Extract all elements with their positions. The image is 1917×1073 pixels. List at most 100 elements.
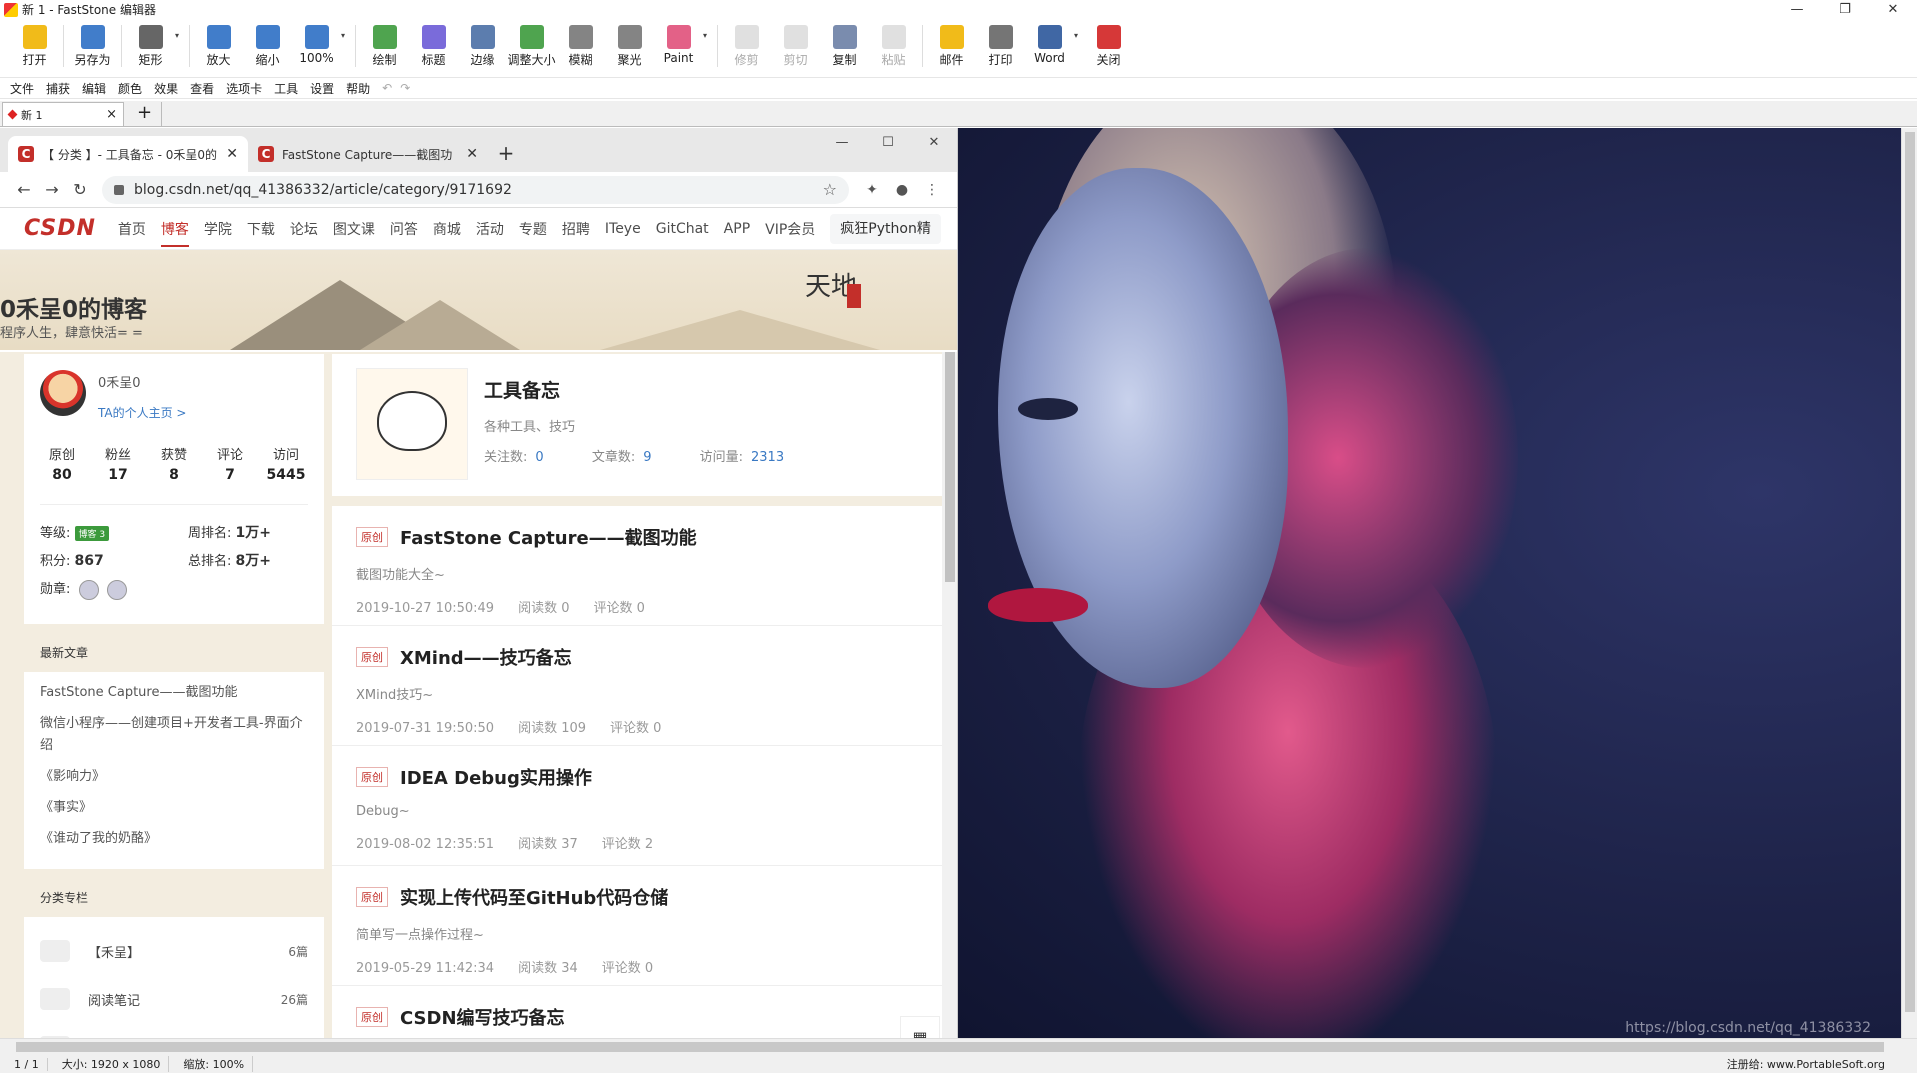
close-window-button[interactable]: ✕ bbox=[1869, 0, 1917, 19]
csdn-search-input[interactable]: 疯狂Python精 bbox=[830, 213, 941, 244]
csdn-nav-item[interactable]: 招聘 bbox=[562, 219, 590, 239]
article-description: 简单写一点操作过程~ bbox=[356, 928, 484, 943]
csdn-nav-item[interactable]: 活动 bbox=[476, 219, 504, 239]
toolbar-button-spotlight[interactable]: 聚光 bbox=[605, 19, 654, 72]
redo-icon[interactable]: ↷ bbox=[400, 81, 410, 95]
toolbar-button-caption[interactable]: 标题 bbox=[409, 19, 458, 72]
toolbar-button-email[interactable]: 邮件 bbox=[927, 19, 976, 72]
recent-article-link[interactable]: 《事实》 bbox=[40, 797, 308, 819]
dropdown-arrow-icon[interactable]: ▾ bbox=[341, 19, 351, 40]
canvas-vertical-scrollbar[interactable] bbox=[1901, 128, 1917, 1038]
toolbar-button-open-folder[interactable]: 打开 bbox=[10, 19, 59, 72]
toolbar-button-copy[interactable]: 复制 bbox=[820, 19, 869, 72]
profile-home-link[interactable]: TA的个人主页 > bbox=[98, 404, 186, 421]
recent-article-link[interactable]: FastStone Capture——截图功能 bbox=[40, 682, 308, 704]
csdn-nav-item[interactable]: 论坛 bbox=[290, 219, 318, 239]
resize-icon bbox=[519, 25, 544, 49]
csdn-logo[interactable]: CSDN bbox=[24, 216, 96, 241]
close-tab-icon[interactable]: × bbox=[106, 107, 117, 122]
canvas-horizontal-scrollbar[interactable] bbox=[0, 1038, 1917, 1055]
column-item[interactable]: 【禾呈】 6篇 bbox=[40, 927, 308, 975]
extension-icon[interactable]: ✦ bbox=[857, 182, 887, 198]
csdn-nav-item[interactable]: ITeye bbox=[605, 221, 641, 237]
image-canvas[interactable]: C 【 分类 】- 工具备忘 - 0禾呈0的 ✕ C FastStone Cap… bbox=[0, 128, 1901, 1038]
csdn-nav-item[interactable]: GitChat bbox=[656, 221, 709, 237]
menu-item[interactable]: 设置 bbox=[310, 80, 334, 97]
toolbar-button-resize[interactable]: 调整大小 bbox=[507, 19, 556, 72]
avatar[interactable] bbox=[40, 370, 86, 416]
column-item[interactable]: 阅读笔记 26篇 bbox=[40, 975, 308, 1023]
toolbar-button-save[interactable]: 另存为 bbox=[68, 19, 117, 72]
browser-tab[interactable]: C 【 分类 】- 工具备忘 - 0禾呈0的 ✕ bbox=[8, 136, 248, 172]
close-tab-icon[interactable]: ✕ bbox=[226, 146, 238, 162]
csdn-nav-item[interactable]: 问答 bbox=[390, 219, 418, 239]
profile-username[interactable]: 0禾呈0 bbox=[98, 372, 141, 391]
csdn-nav-item[interactable]: VIP会员 bbox=[765, 219, 815, 239]
medal-icon[interactable] bbox=[78, 579, 99, 600]
reload-icon[interactable]: ↻ bbox=[66, 180, 94, 199]
menu-item[interactable]: 工具 bbox=[274, 80, 298, 97]
toolbar-button-label: 100% bbox=[299, 51, 334, 65]
toolbar-button-zoom-100[interactable]: 100% bbox=[292, 19, 341, 72]
toolbar-button-print[interactable]: 打印 bbox=[976, 19, 1025, 72]
toolbar-button-rectangle-select[interactable]: 矩形 bbox=[126, 19, 175, 72]
article-title-link[interactable]: IDEA Debug实用操作 bbox=[400, 764, 592, 790]
csdn-nav-item[interactable]: 首页 bbox=[118, 219, 146, 239]
qr-code-icon[interactable]: ▦ bbox=[900, 1016, 940, 1038]
new-tab-button[interactable]: + bbox=[128, 102, 162, 126]
dropdown-arrow-icon[interactable]: ▾ bbox=[175, 19, 185, 40]
column-item[interactable]: 产品理论26篇 bbox=[40, 1023, 308, 1038]
csdn-nav-item[interactable]: APP bbox=[724, 221, 750, 237]
menu-item[interactable]: 文件 bbox=[10, 80, 34, 97]
csdn-nav-item[interactable]: 学院 bbox=[204, 219, 232, 239]
menu-item[interactable]: 效果 bbox=[154, 80, 178, 97]
profile-card: 0禾呈0 TA的个人主页 > 原创 80 粉丝 17 获赞 8 评论 7 访问 5445 等级: … bbox=[24, 354, 324, 624]
menu-item[interactable]: 选项卡 bbox=[226, 80, 262, 97]
menu-item[interactable]: 查看 bbox=[190, 80, 214, 97]
dropdown-arrow-icon[interactable]: ▾ bbox=[703, 19, 713, 40]
csdn-nav-item[interactable]: 商城 bbox=[433, 219, 461, 239]
forward-arrow-icon[interactable]: → bbox=[38, 180, 66, 199]
browser-tab[interactable]: C FastStone Capture——截图功 ✕ bbox=[248, 136, 488, 172]
browser-new-tab-button[interactable]: + bbox=[488, 136, 524, 172]
bookmark-star-icon[interactable]: ☆ bbox=[823, 180, 837, 199]
toolbar-button-zoom-in[interactable]: 放大 bbox=[194, 19, 243, 72]
dropdown-arrow-icon[interactable]: ▾ bbox=[1074, 19, 1084, 40]
menu-item[interactable]: 帮助 bbox=[346, 80, 370, 97]
minimize-button[interactable]: — bbox=[1773, 0, 1821, 19]
menu-item[interactable]: 编辑 bbox=[82, 80, 106, 97]
browser-minimize-button[interactable]: — bbox=[819, 128, 865, 158]
profile-icon[interactable]: ● bbox=[887, 182, 917, 198]
toolbar-button-power-close[interactable]: 关闭 bbox=[1084, 19, 1133, 72]
menu-item[interactable]: 捕获 bbox=[46, 80, 70, 97]
page-scrollbar[interactable] bbox=[942, 352, 957, 1038]
toolbar-button-paint[interactable]: Paint bbox=[654, 19, 703, 72]
recent-article-link[interactable]: 《影响力》 bbox=[40, 766, 308, 788]
toolbar-button-zoom-out[interactable]: 缩小 bbox=[243, 19, 292, 72]
article-title-link[interactable]: CSDN编写技巧备忘 bbox=[400, 1004, 565, 1030]
medal-icon[interactable] bbox=[106, 579, 127, 600]
csdn-nav-item[interactable]: 专题 bbox=[519, 219, 547, 239]
toolbar-button-blur[interactable]: 模糊 bbox=[556, 19, 605, 72]
back-arrow-icon[interactable]: ← bbox=[10, 180, 38, 199]
undo-icon[interactable]: ↶ bbox=[382, 81, 392, 95]
recent-article-link[interactable]: 微信小程序——创建项目+开发者工具-界面介绍 bbox=[40, 713, 308, 757]
document-tab[interactable]: 新 1 × bbox=[2, 102, 124, 126]
article-title-link[interactable]: XMind——技巧备忘 bbox=[400, 644, 572, 670]
browser-close-button[interactable]: ✕ bbox=[911, 128, 957, 158]
csdn-nav-item[interactable]: 图文课 bbox=[333, 219, 375, 239]
close-tab-icon[interactable]: ✕ bbox=[466, 146, 478, 162]
toolbar-button-draw[interactable]: 绘制 bbox=[360, 19, 409, 72]
csdn-nav-item[interactable]: 下载 bbox=[247, 219, 275, 239]
recent-article-link[interactable]: 《谁动了我的奶酪》 bbox=[40, 828, 308, 850]
maximize-button[interactable]: ❐ bbox=[1821, 0, 1869, 19]
article-title-link[interactable]: 实现上传代码至GitHub代码仓储 bbox=[400, 884, 668, 910]
csdn-nav-item[interactable]: 博客 bbox=[160, 219, 189, 247]
article-title-link[interactable]: FastStone Capture——截图功能 bbox=[400, 524, 697, 550]
browser-maximize-button[interactable]: ☐ bbox=[865, 128, 911, 158]
more-menu-icon[interactable]: ⋮ bbox=[917, 182, 947, 198]
menu-item[interactable]: 颜色 bbox=[118, 80, 142, 97]
toolbar-button-edge[interactable]: 边缘 bbox=[458, 19, 507, 72]
url-field[interactable]: blog.csdn.net/qq_41386332/article/catego… bbox=[102, 175, 849, 204]
toolbar-button-word[interactable]: Word bbox=[1025, 19, 1074, 72]
